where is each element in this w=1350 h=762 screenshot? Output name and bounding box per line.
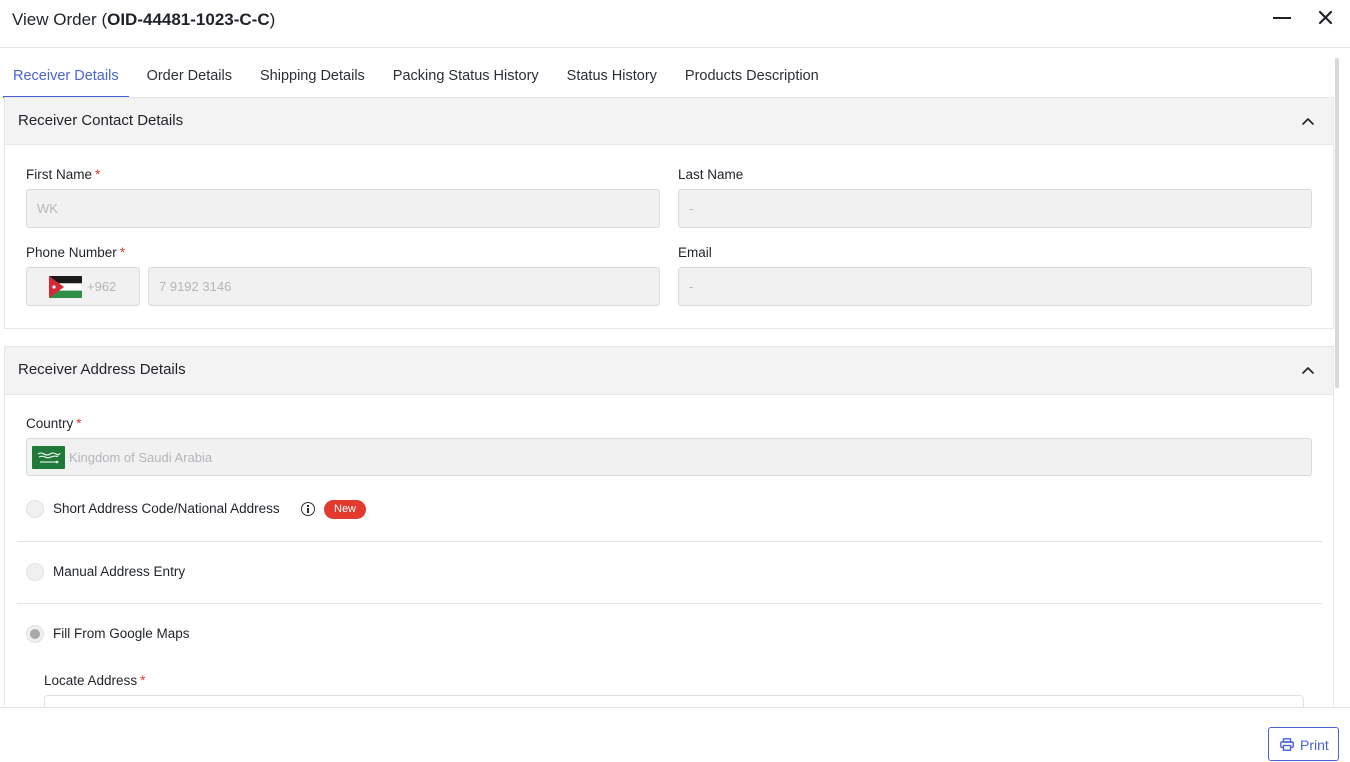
jordan-flag-icon	[49, 276, 82, 298]
page-title: View Order (OID-44481-1023-C-C)	[12, 10, 275, 30]
short-address-label: Short Address Code/National Address	[53, 501, 280, 516]
title-suffix: )	[269, 10, 276, 29]
email-label: Email	[678, 245, 712, 260]
country-value: Kingdom of Saudi Arabia	[69, 450, 213, 465]
google-maps-label: Fill From Google Maps	[53, 626, 190, 641]
radio-short-address[interactable]	[26, 500, 44, 518]
close-icon[interactable]	[1314, 7, 1336, 29]
print-label: Print	[1300, 737, 1329, 753]
printer-icon	[1280, 738, 1294, 751]
divider	[17, 541, 1322, 542]
new-badge: New	[324, 500, 367, 519]
phone-number-field[interactable]: 7 9192 3146	[148, 267, 660, 306]
tab-shipping-details[interactable]: Shipping Details	[250, 54, 375, 98]
tab-status-history[interactable]: Status History	[557, 54, 667, 98]
locate-address-field[interactable]	[44, 695, 1304, 707]
section-header[interactable]: Receiver Address Details	[5, 347, 1333, 395]
chevron-up-icon[interactable]	[1301, 363, 1315, 377]
modal-header: View Order (OID-44481-1023-C-C)	[0, 0, 1350, 48]
order-id: OID-44481-1023-C-C	[107, 10, 270, 29]
radio-manual-address[interactable]	[26, 563, 44, 581]
section-title: Receiver Address Details	[18, 361, 186, 378]
section-header[interactable]: Receiver Contact Details	[5, 98, 1333, 145]
title-prefix: View Order (	[12, 10, 108, 29]
locate-address-label: Locate Address *	[44, 673, 146, 688]
section-title: Receiver Contact Details	[18, 112, 184, 129]
modal-footer: Print	[0, 707, 1350, 762]
radio-google-maps[interactable]	[26, 625, 44, 643]
print-button[interactable]: Print	[1268, 727, 1339, 761]
tab-receiver-details[interactable]: Receiver Details	[3, 54, 129, 98]
first-name-field[interactable]: WK	[26, 189, 660, 228]
last-name-field[interactable]: -	[678, 189, 1312, 228]
minimize-icon[interactable]	[1270, 8, 1294, 30]
country-code-select[interactable]: +962	[26, 267, 140, 306]
receiver-address-section: Receiver Address Details Country * Kingdo…	[4, 346, 1334, 707]
tab-order-details[interactable]: Order Details	[137, 54, 242, 98]
country-select[interactable]: Kingdom of Saudi Arabia	[26, 438, 1312, 476]
scrollbar[interactable]	[1335, 58, 1339, 388]
tab-bar: Receiver Details Order Details Shipping …	[3, 54, 837, 98]
chevron-up-icon[interactable]	[1301, 114, 1315, 128]
country-label: Country *	[26, 416, 82, 431]
last-name-label: Last Name	[678, 167, 744, 182]
saudi-flag-icon	[32, 446, 65, 469]
first-name-label: First Name *	[26, 167, 101, 182]
receiver-contact-section: Receiver Contact Details First Name * WK …	[4, 97, 1334, 329]
info-icon[interactable]	[301, 502, 315, 516]
phone-number-label: Phone Number *	[26, 245, 126, 260]
email-field[interactable]: -	[678, 267, 1312, 306]
tab-packing-status-history[interactable]: Packing Status History	[383, 54, 549, 98]
manual-address-label: Manual Address Entry	[53, 564, 186, 579]
country-code: +962	[87, 279, 117, 294]
divider	[17, 603, 1322, 604]
tab-products-description[interactable]: Products Description	[675, 54, 829, 98]
